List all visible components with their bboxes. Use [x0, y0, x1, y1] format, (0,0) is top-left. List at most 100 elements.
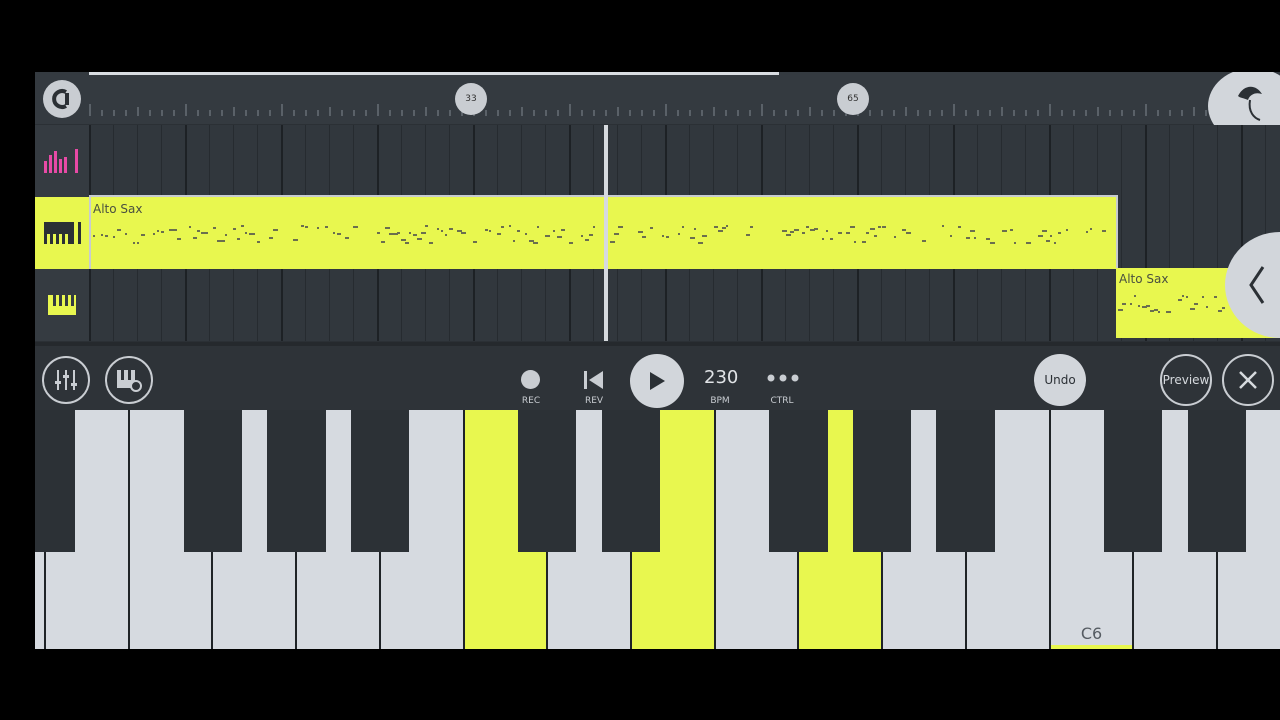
ruler-tick	[185, 104, 187, 116]
note-dash	[1058, 232, 1061, 234]
black-key[interactable]	[184, 410, 242, 552]
grid-line	[545, 125, 546, 197]
ruler-tick	[485, 110, 487, 116]
note-dash	[581, 235, 583, 237]
note-dash	[1190, 308, 1195, 310]
black-key[interactable]	[351, 410, 409, 552]
rev-label: REV	[584, 396, 604, 406]
track-3-lane[interactable]	[89, 269, 1280, 341]
note-dash	[846, 232, 850, 234]
black-key[interactable]	[267, 410, 326, 552]
ruler-tick	[761, 104, 763, 116]
grid-line	[857, 125, 859, 197]
piano-roll-settings-button[interactable]	[105, 356, 153, 404]
note-dash	[525, 233, 527, 235]
note-dash	[610, 241, 615, 243]
grid-line	[473, 125, 475, 197]
undo-button[interactable]: Undo	[1034, 354, 1086, 406]
black-key[interactable]	[1188, 410, 1246, 552]
grid-line	[1121, 125, 1122, 197]
track-1-header[interactable]	[35, 125, 89, 197]
ruler-tick	[1145, 104, 1147, 116]
bpm-value[interactable]: 230	[704, 367, 738, 388]
pattern-clip[interactable]	[606, 195, 1118, 271]
note-dash	[497, 233, 501, 235]
note-dash	[489, 230, 491, 232]
ruler-tick	[1133, 110, 1135, 116]
ruler-tick	[401, 110, 403, 116]
note-dash	[337, 233, 341, 235]
note-dash	[694, 228, 696, 230]
track-2-header[interactable]	[35, 197, 89, 269]
note-dash	[1158, 311, 1160, 313]
ruler-tick	[653, 110, 655, 116]
note-dash	[826, 230, 828, 232]
clip-label: Alto Sax	[93, 202, 143, 216]
ruler-tick	[821, 110, 823, 116]
ruler-tick	[233, 107, 235, 116]
black-key[interactable]	[1104, 410, 1162, 552]
ruler-tick	[557, 110, 559, 116]
grid-line	[353, 269, 354, 341]
ctrl-button[interactable]	[764, 366, 802, 390]
note-dash	[213, 227, 216, 229]
bar-marker-65[interactable]: 65	[837, 83, 869, 115]
ruler-tick	[953, 104, 955, 116]
black-key[interactable]	[518, 410, 576, 552]
playhead[interactable]	[604, 125, 608, 341]
ruler-tick	[389, 110, 391, 116]
note-dash	[269, 237, 273, 239]
grid-line	[1217, 197, 1218, 269]
note-dash	[678, 233, 680, 235]
grid-line	[1049, 269, 1051, 341]
piano-settings-icon	[117, 370, 142, 392]
ruler-tick	[101, 110, 103, 116]
grid-line	[881, 125, 882, 197]
black-key[interactable]	[853, 410, 911, 552]
note-dash	[197, 230, 200, 232]
bar-marker-33[interactable]: 33	[455, 83, 487, 115]
ruler-tick	[425, 107, 427, 116]
note-dash	[1046, 240, 1050, 242]
grid-line	[473, 269, 475, 341]
note-dash	[718, 230, 723, 232]
play-button[interactable]	[630, 354, 684, 408]
loop-button[interactable]	[43, 80, 81, 118]
note-dash	[161, 231, 164, 233]
mixer-button[interactable]	[42, 356, 90, 404]
drums-icon	[44, 149, 78, 173]
toolbar: REC REV 230 BPM CTRL Undo Preview	[35, 342, 1280, 410]
black-key[interactable]	[936, 410, 995, 552]
note-dash	[173, 229, 177, 231]
track-1-lane[interactable]	[89, 125, 1280, 197]
black-key[interactable]	[35, 410, 75, 552]
grid-line	[329, 269, 330, 341]
grid-line	[137, 125, 138, 197]
ruler-tick	[1049, 104, 1051, 116]
note-dash	[1182, 295, 1184, 297]
note-dash	[714, 226, 718, 228]
note-dash	[449, 228, 453, 230]
track-3-header[interactable]	[35, 269, 89, 341]
grid-line	[785, 125, 786, 197]
piano-keyboard[interactable]: C6	[35, 410, 1280, 649]
rewind-button[interactable]	[582, 368, 606, 392]
ruler-tick	[881, 110, 883, 116]
preview-button[interactable]: Preview	[1160, 354, 1212, 406]
ruler-tick	[269, 110, 271, 116]
black-key[interactable]	[769, 410, 828, 552]
note-dash	[157, 230, 159, 232]
note-dash	[1138, 305, 1140, 307]
grid-line	[929, 269, 930, 341]
timeline-ruler[interactable]: 33 65	[35, 72, 1280, 144]
close-button[interactable]	[1222, 354, 1274, 406]
ruler-tick	[797, 110, 799, 116]
record-button[interactable]	[521, 370, 540, 389]
note-dash	[141, 234, 145, 236]
pattern-clip[interactable]: Alto Sax	[89, 195, 606, 271]
black-key[interactable]	[602, 410, 660, 552]
black-key-active[interactable]	[828, 410, 853, 552]
note-dash	[421, 232, 426, 234]
grid-line	[89, 125, 91, 197]
ruler-tick	[689, 110, 691, 116]
